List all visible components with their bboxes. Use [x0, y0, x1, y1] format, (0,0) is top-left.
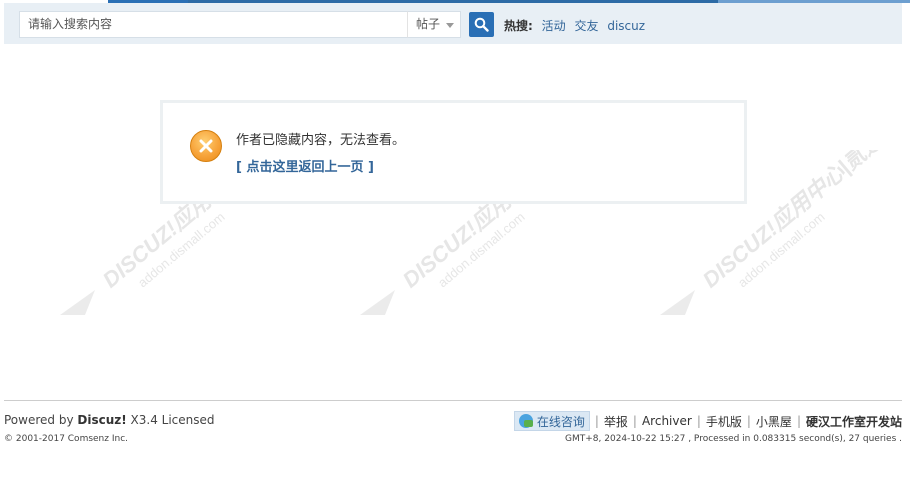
online-consult-button[interactable]: 在线咨询	[513, 411, 590, 431]
error-icon	[190, 130, 222, 162]
blacklist-link[interactable]: 小黑屋	[756, 413, 792, 430]
hot-search-item[interactable]: discuz	[607, 19, 645, 33]
hot-search: 热搜: 活动 交友 discuz	[504, 17, 645, 34]
powered-by: Powered by Discuz! X3.4 Licensed	[4, 413, 215, 427]
chat-icon	[518, 414, 533, 428]
search-type-select[interactable]: 帖子	[407, 11, 461, 38]
search-type-label: 帖子	[416, 17, 441, 31]
message-text: 作者已隐藏内容，无法查看。	[236, 133, 406, 148]
hot-search-label: 热搜:	[504, 19, 533, 33]
message-box: 作者已隐藏内容，无法查看。 [ 点击这里返回上一页 ]	[160, 100, 747, 204]
chevron-down-icon	[446, 23, 454, 28]
footer-links: 在线咨询 | 举报 | Archiver | 手机版 | 小黑屋 | 硬汉工作室…	[513, 411, 902, 431]
search-input[interactable]: 请输入搜索内容	[19, 11, 407, 38]
back-link[interactable]: [ 点击这里返回上一页 ]	[236, 156, 374, 175]
search-icon	[474, 17, 489, 32]
search-button[interactable]	[469, 12, 494, 37]
hot-search-item[interactable]: 活动	[542, 19, 566, 33]
search-bar: 请输入搜索内容 帖子 热搜: 活动 交友 discuz	[4, 3, 902, 44]
report-link[interactable]: 举报	[604, 413, 628, 430]
mobile-link[interactable]: 手机版	[706, 413, 742, 430]
debug-info: GMT+8, 2024-10-22 15:27 , Processed in 0…	[565, 434, 902, 444]
archiver-link[interactable]: Archiver	[642, 414, 692, 428]
site-name-link[interactable]: 硬汉工作室开发站	[806, 413, 902, 430]
footer-divider	[4, 400, 902, 401]
discuz-link[interactable]: Discuz!	[77, 413, 126, 427]
page: 请输入搜索内容 帖子 热搜: 活动 交友 discuz DISCUZ!应用中心|…	[0, 0, 910, 492]
hot-search-item[interactable]: 交友	[574, 19, 598, 33]
copyright: © 2001-2017 Comsenz Inc.	[4, 434, 129, 444]
